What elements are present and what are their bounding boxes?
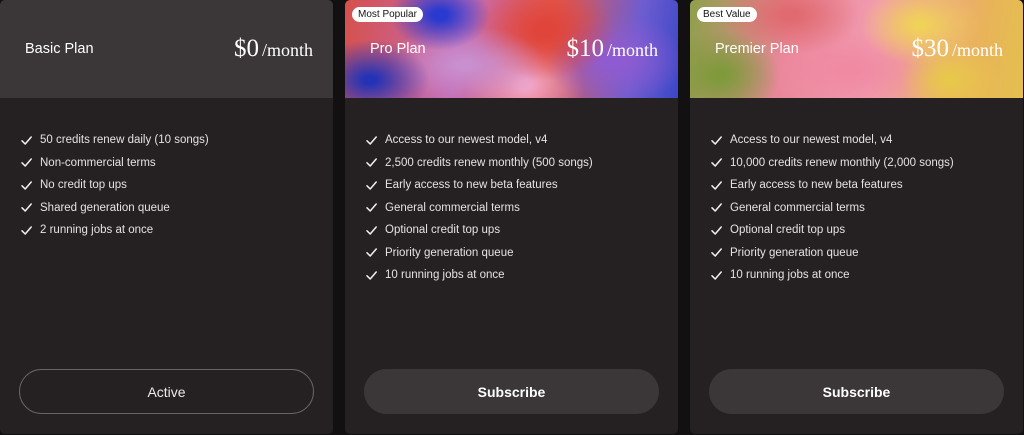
checkmark-icon	[21, 181, 32, 190]
feature-item: 2 running jobs at once	[20, 219, 333, 242]
checkmark-icon	[21, 158, 32, 167]
feature-item: Access to our newest model, v4	[710, 129, 1023, 152]
feature-item: Priority generation queue	[365, 242, 678, 265]
plan-header: Best Value Premier Plan $30/month	[690, 0, 1023, 98]
price-amount: $30	[911, 35, 949, 62]
checkmark-icon	[711, 248, 722, 257]
feature-text: General commercial terms	[385, 201, 520, 214]
checkmark-icon	[711, 203, 722, 212]
feature-item: No credit top ups	[20, 174, 333, 197]
feature-text: Non-commercial terms	[40, 156, 156, 169]
feature-item: Optional credit top ups	[710, 219, 1023, 242]
checkmark-icon	[366, 158, 377, 167]
best-value-badge: Best Value	[697, 7, 757, 22]
most-popular-badge: Most Popular	[352, 7, 423, 22]
checkmark-icon	[366, 226, 377, 235]
checkmark-icon	[711, 271, 722, 280]
checkmark-icon	[366, 271, 377, 280]
feature-text: 10 running jobs at once	[730, 269, 850, 282]
price-period: /month	[951, 40, 1003, 60]
feature-item: Access to our newest model, v4	[365, 129, 678, 152]
checkmark-icon	[21, 203, 32, 212]
feature-text: Access to our newest model, v4	[385, 134, 548, 147]
subscribe-pro-button[interactable]: Subscribe	[364, 369, 659, 414]
feature-item: 50 credits renew daily (10 songs)	[20, 129, 333, 152]
price-period: /month	[606, 40, 658, 60]
plan-price: $10/month	[566, 35, 658, 63]
checkmark-icon	[711, 136, 722, 145]
plan-name: Pro Plan	[370, 41, 426, 57]
checkmark-icon	[366, 248, 377, 257]
feature-text: Optional credit top ups	[730, 224, 846, 237]
checkmark-icon	[366, 181, 377, 190]
plan-price: $0/month	[234, 35, 313, 63]
plan-header: Most Popular Pro Plan $10/month	[345, 0, 678, 98]
feature-text: 10 running jobs at once	[385, 269, 505, 282]
plan-name: Basic Plan	[25, 41, 94, 57]
feature-text: Early access to new beta features	[730, 179, 903, 192]
feature-list: Access to our newest model, v4 2,500 cre…	[345, 98, 678, 287]
feature-text: Priority generation queue	[385, 246, 514, 259]
feature-list: 50 credits renew daily (10 songs) Non-co…	[0, 98, 333, 242]
feature-text: No credit top ups	[40, 179, 127, 192]
feature-text: 2,500 credits renew monthly (500 songs)	[385, 156, 593, 169]
feature-item: 10,000 credits renew monthly (2,000 song…	[710, 152, 1023, 175]
feature-text: 2 running jobs at once	[40, 224, 154, 237]
plan-header: Basic Plan $0/month	[0, 0, 333, 98]
feature-text: General commercial terms	[730, 201, 865, 214]
feature-item: Optional credit top ups	[365, 219, 678, 242]
feature-text: Shared generation queue	[40, 201, 170, 214]
pricing-cards: Basic Plan $0/month 50 credits renew dai…	[0, 0, 1024, 435]
checkmark-icon	[366, 203, 377, 212]
price-amount: $0	[233, 35, 259, 62]
feature-text: 50 credits renew daily (10 songs)	[40, 134, 209, 147]
feature-text: 10,000 credits renew monthly (2,000 song…	[730, 156, 954, 169]
feature-item: 10 running jobs at once	[710, 264, 1023, 287]
feature-item: Shared generation queue	[20, 197, 333, 220]
feature-text: Access to our newest model, v4	[730, 134, 893, 147]
subscribe-premier-button[interactable]: Subscribe	[709, 369, 1004, 414]
premier-plan-card: Best Value Premier Plan $30/month Access…	[690, 0, 1023, 434]
checkmark-icon	[711, 158, 722, 167]
feature-text: Early access to new beta features	[385, 179, 558, 192]
feature-item: 2,500 credits renew monthly (500 songs)	[365, 152, 678, 175]
checkmark-icon	[711, 181, 722, 190]
feature-item: General commercial terms	[365, 197, 678, 220]
feature-list: Access to our newest model, v4 10,000 cr…	[690, 98, 1023, 287]
checkmark-icon	[366, 136, 377, 145]
feature-item: Early access to new beta features	[365, 174, 678, 197]
price-amount: $10	[566, 35, 604, 62]
basic-plan-card: Basic Plan $0/month 50 credits renew dai…	[0, 0, 333, 434]
feature-text: Optional credit top ups	[385, 224, 501, 237]
feature-item: 10 running jobs at once	[365, 264, 678, 287]
feature-item: Priority generation queue	[710, 242, 1023, 265]
plan-name: Premier Plan	[715, 41, 799, 57]
active-plan-button[interactable]: Active	[19, 369, 314, 414]
feature-item: General commercial terms	[710, 197, 1023, 220]
checkmark-icon	[711, 226, 722, 235]
checkmark-icon	[21, 226, 32, 235]
feature-item: Non-commercial terms	[20, 152, 333, 175]
feature-item: Early access to new beta features	[710, 174, 1023, 197]
price-period: /month	[261, 40, 313, 60]
pro-plan-card: Most Popular Pro Plan $10/month Access t…	[345, 0, 678, 434]
plan-price: $30/month	[911, 35, 1003, 63]
feature-text: Priority generation queue	[730, 246, 859, 259]
checkmark-icon	[21, 136, 32, 145]
